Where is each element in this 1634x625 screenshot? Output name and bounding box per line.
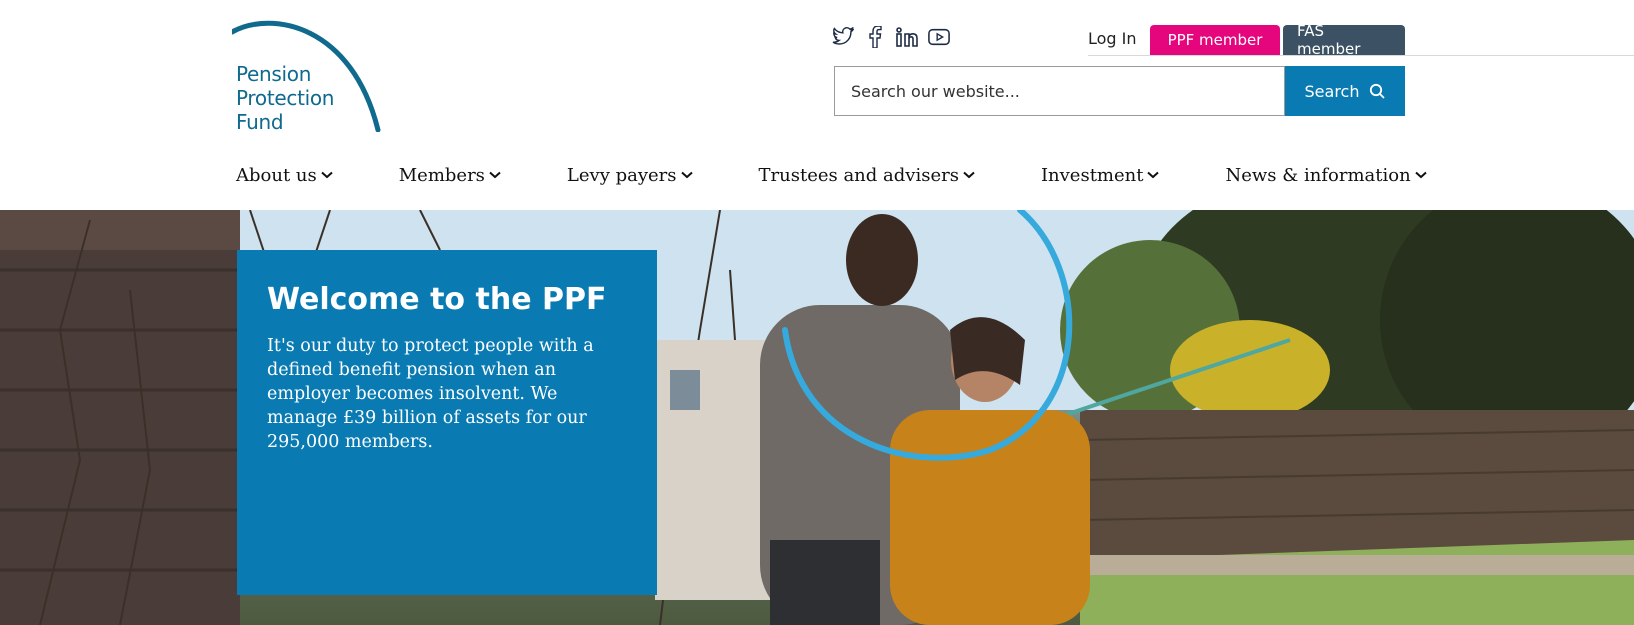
nav-item-levy-payers[interactable]: Levy payers bbox=[567, 165, 693, 186]
youtube-icon[interactable] bbox=[928, 26, 950, 48]
search-input[interactable] bbox=[834, 66, 1285, 116]
chevron-down-icon bbox=[1415, 171, 1427, 179]
chevron-down-icon bbox=[680, 171, 693, 179]
nav-item-label: News & information bbox=[1225, 164, 1411, 186]
main-navigation: About us Members Levy payers Trustees an… bbox=[236, 160, 1427, 190]
welcome-description: It's our duty to protect people with a d… bbox=[267, 336, 594, 452]
chevron-down-icon bbox=[963, 171, 975, 179]
fas-member-button[interactable]: FAS member bbox=[1283, 22, 1405, 58]
site-header: Pension Protection Fund Log In PPF membe… bbox=[0, 0, 1634, 210]
nav-item-label: About us bbox=[236, 164, 317, 186]
search-icon bbox=[1370, 83, 1385, 99]
facebook-icon[interactable] bbox=[864, 26, 886, 48]
nav-item-about-us[interactable]: About us bbox=[236, 165, 333, 186]
search-button[interactable]: Search bbox=[1285, 66, 1405, 116]
chevron-down-icon bbox=[1147, 171, 1160, 179]
welcome-title: Welcome to the PPF bbox=[267, 282, 607, 317]
nav-item-label: Members bbox=[398, 164, 485, 186]
nav-item-label: Levy payers bbox=[566, 164, 677, 186]
nav-item-label: Trustees and advisers bbox=[758, 164, 959, 186]
nav-item-investment[interactable]: Investment bbox=[1041, 165, 1160, 186]
logo-wordmark: Pension Protection Fund bbox=[236, 62, 334, 134]
twitter-icon[interactable] bbox=[832, 26, 854, 48]
welcome-panel: Welcome to the PPF It's our duty to prot… bbox=[237, 250, 657, 595]
logo-line-1: Pension bbox=[236, 62, 312, 86]
ppf-member-button[interactable]: PPF member bbox=[1150, 25, 1280, 55]
social-links bbox=[832, 26, 950, 48]
header-divider bbox=[1088, 55, 1634, 56]
linkedin-icon[interactable] bbox=[896, 26, 918, 48]
nav-item-label: Investment bbox=[1040, 164, 1144, 186]
chevron-down-icon bbox=[489, 171, 501, 179]
nav-item-trustees-and-advisers[interactable]: Trustees and advisers bbox=[759, 165, 975, 186]
search-button-label: Search bbox=[1304, 81, 1360, 101]
logo-line-3: Fund bbox=[236, 110, 284, 134]
nav-item-members[interactable]: Members bbox=[399, 165, 501, 186]
pension-protection-fund-logo[interactable]: Pension Protection Fund bbox=[232, 20, 382, 134]
nav-item-news-and-information[interactable]: News & information bbox=[1225, 164, 1427, 186]
login-link[interactable]: Log In bbox=[1088, 29, 1137, 48]
logo-line-2: Protection bbox=[236, 86, 335, 110]
chevron-down-icon bbox=[321, 171, 333, 179]
